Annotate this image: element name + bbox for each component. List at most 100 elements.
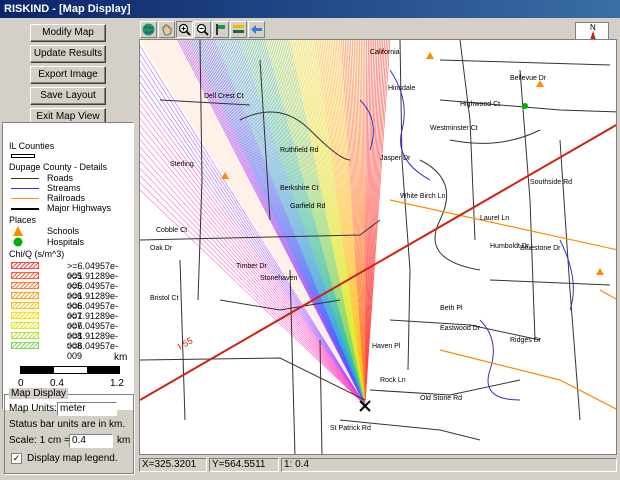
map-canvas[interactable]: I-55 California Hinsdale Dell Crest Ct W… (139, 39, 617, 455)
street-label: Eastwood Dr (440, 325, 481, 332)
stream-network (359, 69, 574, 401)
school-triangle-icon (13, 226, 23, 236)
roads-label: Roads (47, 173, 74, 183)
street-label: Ruthfield Rd (280, 147, 319, 154)
scale-segment-3 (87, 367, 120, 373)
scale-unit-label: km (117, 435, 131, 446)
highways-label: Major Highways (47, 203, 112, 213)
back-arrow-icon[interactable] (248, 21, 265, 38)
chiq-swatch (11, 282, 39, 289)
railroads-line (11, 198, 39, 199)
streams-label: Streams (47, 183, 81, 193)
status-units-note: Status bar units are in km. (9, 419, 126, 430)
street-label: Southside Rd (530, 179, 572, 186)
hospitals-label: Hospitals (47, 237, 85, 247)
street-label: Laurel Ln (480, 215, 509, 222)
title-bar: RISKIND - [Map Display] (0, 0, 620, 18)
schools-label: Schools (47, 226, 80, 236)
chiq-level-item: >=6.04957e-007 (9, 301, 129, 321)
hospital-circle-icon (13, 237, 23, 247)
street-label: Haven Pl (372, 343, 401, 350)
chiq-swatch (11, 312, 39, 319)
scale-bar (20, 366, 120, 374)
scale-tick-km: km (114, 352, 128, 363)
street-label: Jasper Dr (380, 155, 411, 162)
map-display-group: Map Display Map Units: meter Status bar … (4, 388, 134, 474)
street-label: Sterling (170, 161, 194, 168)
update-results-button[interactable]: Update Results (30, 45, 106, 63)
street-label: Stonehaven (260, 275, 297, 282)
display-legend-checkbox[interactable]: ✓ (11, 453, 22, 464)
chiq-level-item: >=1.91289e-007 (9, 311, 129, 331)
street-label: Beth Pl (440, 305, 463, 312)
legend-railroads: Railroads (9, 193, 129, 203)
globe-icon[interactable] (140, 21, 157, 38)
chiq-swatch (11, 262, 39, 269)
chiq-swatch (11, 292, 39, 299)
legend-il-counties: IL Counties (9, 141, 55, 151)
chiq-level-item: >=6.04957e-009 (9, 341, 129, 361)
status-zoom: 1: 0.4 (281, 458, 617, 472)
chiq-swatch (11, 342, 39, 349)
legend-hospitals: Hospitals (9, 237, 129, 247)
street-label: Bellevue Dr (510, 75, 547, 82)
map-units-field[interactable]: meter (57, 402, 117, 416)
layers-icon[interactable] (230, 21, 247, 38)
chiq-level-item: >=6.04957e-006 (9, 281, 129, 301)
street-label: Rock Ln (380, 377, 406, 384)
chiq-level-item: >=6.04957e-005 (9, 261, 129, 281)
street-label: White Birch Ln (400, 193, 446, 200)
street-label: Ridges Dr (510, 337, 542, 344)
legend-streams: Streams (9, 183, 129, 193)
legend-major-highways: Major Highways (9, 203, 129, 213)
street-label: Hinsdale (388, 85, 415, 92)
railroads-label: Railroads (47, 193, 86, 203)
streams-line (11, 188, 39, 189)
window-title: RISKIND - [Map Display] (4, 3, 131, 15)
display-legend-label: Display map legend. (27, 453, 118, 464)
chiq-swatch (11, 322, 39, 329)
zoom-out-icon[interactable] (194, 21, 211, 38)
hospital-markers (522, 103, 528, 109)
scale-segment-1 (21, 367, 54, 373)
chiq-level-item: >=1.91289e-005 (9, 271, 129, 291)
save-layout-button[interactable]: Save Layout (30, 87, 106, 105)
legend-chiq-title: Chi/Q (s/m^3) (9, 249, 65, 259)
legend-roads: Roads (9, 173, 129, 183)
street-label: Humboldt Dr (490, 243, 530, 250)
modify-map-button[interactable]: Modify Map (30, 24, 106, 42)
scale-input[interactable]: 0.4 (69, 434, 113, 448)
status-x-coord: X=325.3201 (139, 458, 207, 472)
left-panel: Modify Map Update Results Export Image S… (0, 18, 138, 480)
highway-label: I-55 (176, 335, 194, 351)
street-label: Garfield Rd (290, 203, 326, 210)
chiq-level-item: >=6.04957e-008 (9, 321, 129, 341)
legend-places-title: Places (9, 215, 37, 225)
street-label: Timber Dr (236, 263, 268, 270)
pan-hand-icon[interactable] (158, 21, 175, 38)
chiq-swatch (11, 302, 39, 309)
street-label: Bristol Ct (150, 295, 178, 302)
legend-dupage: Dupage County - Details (9, 162, 108, 172)
chiq-level-item: >=1.91289e-006 (9, 291, 129, 311)
export-image-button[interactable]: Export Image (30, 66, 106, 84)
scale-label: Scale: 1 cm = (9, 435, 70, 446)
street-label: Westminster Ct (430, 125, 478, 132)
chiq-level-item: >=1.91289e-008 (9, 331, 129, 351)
street-label: Cobble Ct (156, 227, 187, 234)
flag-icon[interactable] (212, 21, 229, 38)
status-y-coord: Y=564.5511 (209, 458, 279, 472)
railroad-lines (389, 199, 616, 410)
street-label: Dell Crest Ct (204, 93, 244, 100)
scale-tick-12: 1.2 (110, 378, 124, 389)
zoom-in-icon[interactable] (176, 21, 193, 38)
map-svg[interactable]: I-55 California Hinsdale Dell Crest Ct W… (140, 40, 617, 455)
street-label: California (370, 49, 400, 56)
legend-schools: Schools (9, 226, 129, 236)
map-display-title: Map Display (9, 388, 69, 399)
street-label: Old Stone Rd (420, 395, 462, 402)
roads-line (11, 178, 39, 179)
street-label: Oak Dr (150, 245, 173, 252)
street-label: Highwood Ct (460, 101, 500, 108)
map-units-label: Map Units: (9, 403, 57, 414)
